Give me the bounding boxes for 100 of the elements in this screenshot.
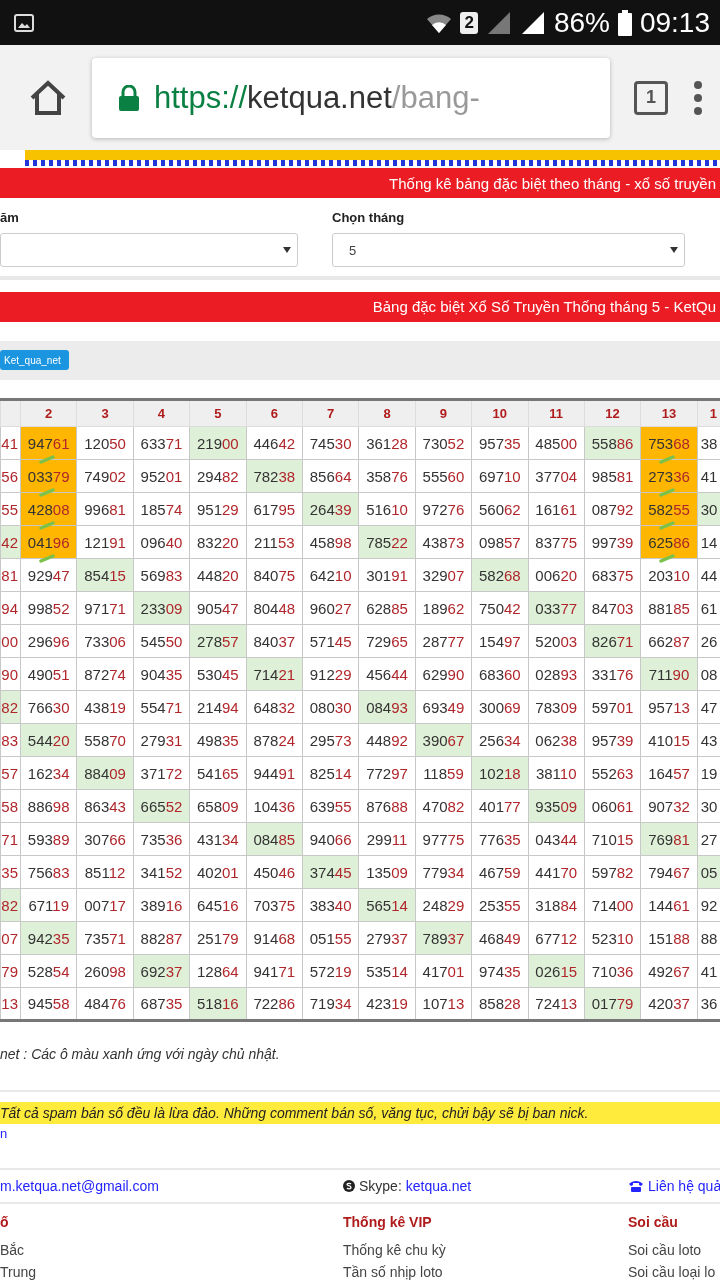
home-icon[interactable] [28,79,68,116]
table-cell: 46759 [471,855,528,889]
footer-link[interactable]: Tần số nhịp loto [343,1264,628,1280]
footer-link[interactable]: Trung [0,1264,343,1280]
table-cell: 66287 [640,624,698,658]
table-cell: 13509 [358,855,416,889]
table-cell: 27931 [133,723,190,757]
table-cell: 91229 [302,657,359,691]
table-cell: 09857 [471,525,528,559]
table-cell: 78309 [528,690,585,724]
table-cell: 95739 [584,723,641,757]
footer-link[interactable]: Soi cầu loại lo [628,1264,720,1280]
table-cell: 88185 [640,591,698,625]
table-cell: 71190 [640,657,698,691]
table-cell: 14461 [640,888,698,922]
column-header: 1 [697,399,720,427]
table-cell: 21900 [189,426,247,460]
table-cell: 56062 [471,492,528,526]
column-header: 11 [528,399,585,427]
table-cell: 64832 [246,690,303,724]
table-cell: 29696 [20,624,77,658]
footer-link[interactable]: Bắc [0,1242,343,1258]
select-field[interactable]: 5 [332,233,685,268]
skype-link[interactable]: ketqua.net [405,1178,472,1194]
phone-icon [628,1180,644,1192]
column-header: 2 [20,399,77,427]
table-cell: 16457 [640,756,698,790]
table-cell: 90547 [189,591,247,625]
table-cell: 33176 [584,657,641,691]
table-cell: 94066 [302,822,359,856]
footer-link[interactable]: Thống kê chu kỳ [343,1242,628,1258]
table-cell: 06061 [584,789,641,823]
table-cell: 59782 [584,855,641,889]
table-cell: 85664 [302,459,359,493]
url-field[interactable]: https://ketqua.net/bang- [92,57,610,138]
table-cell: 42319 [358,987,416,1021]
table-cell: 13 [0,987,21,1021]
table-cell: 45644 [358,657,416,691]
table-cell: 55263 [584,756,641,790]
table-cell: 44820 [189,558,247,592]
table-cell: 67712 [528,921,585,955]
table-cell: 52854 [20,954,77,988]
lock-icon [118,84,140,111]
table-cell: 56 [0,459,21,493]
table-cell: 68375 [584,558,641,592]
table-cell: 08792 [584,492,641,526]
image-icon [14,13,34,32]
table-cell: 71015 [584,822,641,856]
menu-icon[interactable] [692,79,704,116]
table-cell: 78238 [246,459,303,493]
field-label: Chọn tháng [332,210,406,226]
table-cell: 94 [0,591,21,625]
clock-time: 09:13 [639,6,710,39]
table-cell: 54420 [20,723,77,757]
table-cell: 18574 [133,492,190,526]
table-cell: 87274 [76,657,134,691]
table-cell: 66552 [133,789,190,823]
table-cell: 96027 [302,591,359,625]
column-header: 4 [133,399,190,427]
table-cell: 08030 [302,690,359,724]
table-cell: 78937 [415,921,472,955]
table-cell: 90732 [640,789,698,823]
table-cell: 90 [0,657,21,691]
table-cell: 55886 [584,426,641,460]
table-cell: 52003 [528,624,585,658]
table-cell: 95713 [640,690,698,724]
text-link[interactable]: n [0,1126,8,1142]
table-cell: 26098 [76,954,134,988]
table-cell: 93509 [528,789,585,823]
table-cell: 37445 [302,855,359,889]
table-cell: 24829 [415,888,472,922]
table-cell: 94235 [20,921,77,955]
caret-icon [283,247,291,254]
table-cell: 65809 [189,789,247,823]
table-cell: 56983 [133,558,190,592]
table-cell: 78522 [358,525,416,559]
email-link[interactable]: m.ketqua.net@gmail.com [0,1178,159,1194]
table-cell: 45046 [246,855,303,889]
table-cell: 76981 [640,822,698,856]
table-cell: 77934 [415,855,472,889]
table-cell: 83220 [189,525,247,559]
table-cell: 15497 [471,624,528,658]
select-field[interactable] [0,233,298,268]
table-cell: 95735 [471,426,528,460]
table-cell: 10713 [415,987,472,1021]
table-cell: 48476 [76,987,134,1021]
table-cell: 69237 [133,954,190,988]
table-cell: 06238 [528,723,585,757]
table-cell: 08485 [246,822,303,856]
table-cell: 12191 [76,525,134,559]
table-cell: 30069 [471,690,528,724]
skype-label: Skype: [359,1178,402,1194]
sim-badge: 2 [460,11,478,34]
tab-count-button[interactable]: 1 [634,80,668,115]
table-cell: 74530 [302,426,359,460]
table-cell: 44642 [246,426,303,460]
table-cell: 85828 [471,987,528,1021]
footer-link[interactable]: Soi cầu loto [628,1242,720,1258]
table-cell: 90435 [133,657,190,691]
table-cell: 91468 [246,921,303,955]
